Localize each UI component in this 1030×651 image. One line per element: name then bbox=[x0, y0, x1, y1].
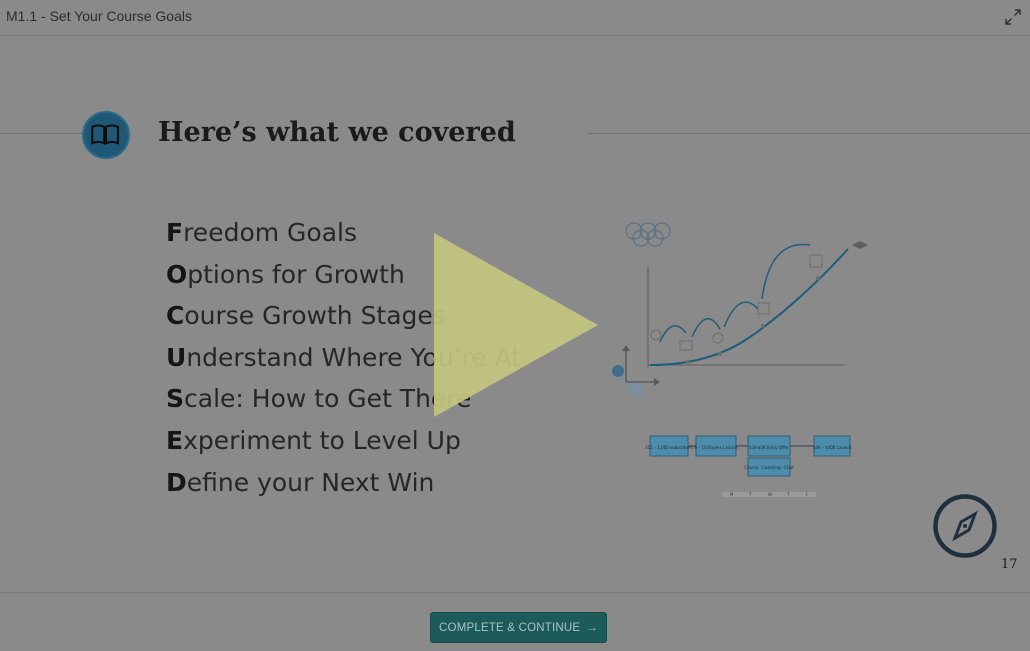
slide-number: 17 bbox=[1001, 557, 1018, 572]
stage-markers bbox=[686, 276, 820, 364]
flow-box-first-launch: 6 – 10 Buyers Launch bbox=[694, 445, 738, 450]
expand-icon[interactable] bbox=[1004, 8, 1022, 26]
focus-initial: C bbox=[166, 301, 185, 331]
growth-arrows bbox=[659, 243, 811, 343]
focus-text: ptions for Growth bbox=[187, 259, 405, 289]
heading-rule-right bbox=[588, 133, 1030, 134]
focus-text: efine your Next Win bbox=[186, 467, 435, 497]
focus-text: reedom Goals bbox=[183, 218, 357, 247]
focus-item: Define your Next Win bbox=[166, 462, 521, 504]
focus-initial: U bbox=[166, 342, 187, 372]
graduation-cap-icon bbox=[852, 241, 868, 249]
lesson-header: M1.1 - Set Your Course Goals bbox=[0, 0, 1030, 36]
focus-initial: S bbox=[166, 384, 185, 414]
focus-initial: E bbox=[166, 425, 184, 455]
calendar-day-label: M bbox=[730, 492, 734, 497]
arrow-right-icon: → bbox=[586, 621, 598, 634]
focus-text: cale: How to Get There bbox=[184, 384, 472, 414]
rings-icon bbox=[625, 222, 671, 247]
lesson-footer: COMPLETE & CONTINUE → bbox=[0, 592, 1030, 651]
stage-icons bbox=[650, 254, 823, 351]
lesson-title: M1.1 - Set Your Course Goals bbox=[6, 8, 192, 24]
growth-illustration: 101 – 1,000 subscribers 6 – 10 Buyers La… bbox=[612, 222, 868, 497]
video-player[interactable]: Here’s what we covered Freedom Goals Opti… bbox=[0, 37, 1030, 592]
focus-initial: F bbox=[166, 218, 184, 247]
heading-rule-left bbox=[0, 133, 90, 134]
focus-initial: O bbox=[166, 259, 188, 289]
calendar-day-label: T bbox=[786, 492, 790, 497]
slide-heading: Here’s what we covered bbox=[158, 117, 516, 148]
flow-box-stack: Course · Coaching · Chat bbox=[744, 465, 794, 470]
complete-label: COMPLETE & CONTINUE bbox=[439, 621, 581, 634]
calendar-day-label: W bbox=[768, 492, 772, 497]
book-icon bbox=[82, 111, 130, 159]
axes-icon bbox=[612, 345, 660, 397]
stage-flow-diagram: 101 – 1,000 subscribers 6 – 10 Buyers La… bbox=[645, 435, 852, 477]
flow-box-big-launch: $4K – $40K Launch bbox=[813, 445, 852, 450]
calendar-day-label: T bbox=[748, 492, 752, 497]
flow-box-subscribers: 101 – 1,000 subscribers bbox=[645, 445, 693, 450]
focus-text: xperiment to Level Up bbox=[183, 425, 461, 455]
complete-continue-button[interactable]: COMPLETE & CONTINUE → bbox=[430, 612, 607, 643]
flow-box-entry-offer: $1K-$2K Entry Offer bbox=[749, 445, 789, 450]
focus-text: ourse Growth Stages bbox=[184, 301, 446, 331]
play-icon[interactable] bbox=[432, 233, 598, 417]
compass-icon[interactable] bbox=[932, 493, 998, 559]
focus-item: Experiment to Level Up bbox=[166, 420, 521, 462]
focus-initial: D bbox=[166, 467, 187, 497]
